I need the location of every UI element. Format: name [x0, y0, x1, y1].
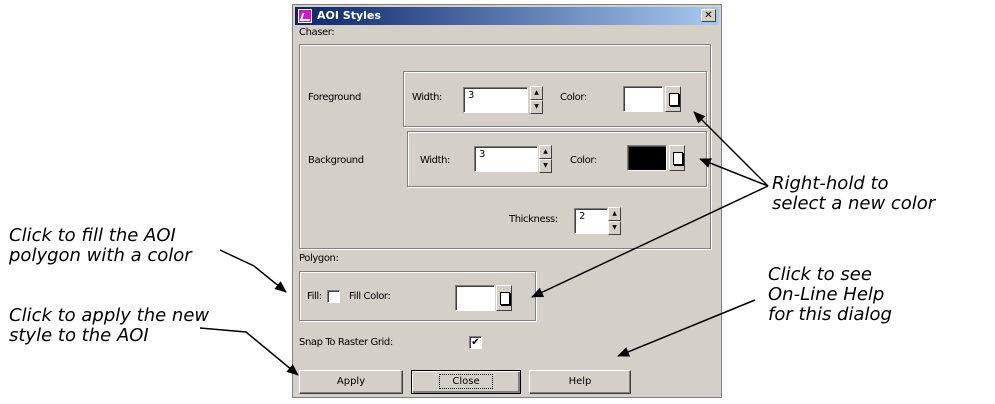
callout-arrows — [199, 111, 769, 376]
arrow-to-help-button — [617, 299, 756, 357]
arrow-to-fill-checkbox — [219, 249, 287, 293]
arrow-to-fill-color — [531, 185, 769, 298]
arrow-to-foreground-color — [693, 111, 769, 187]
arrow-to-background-color — [699, 158, 769, 187]
arrow-to-apply-button — [199, 327, 299, 376]
